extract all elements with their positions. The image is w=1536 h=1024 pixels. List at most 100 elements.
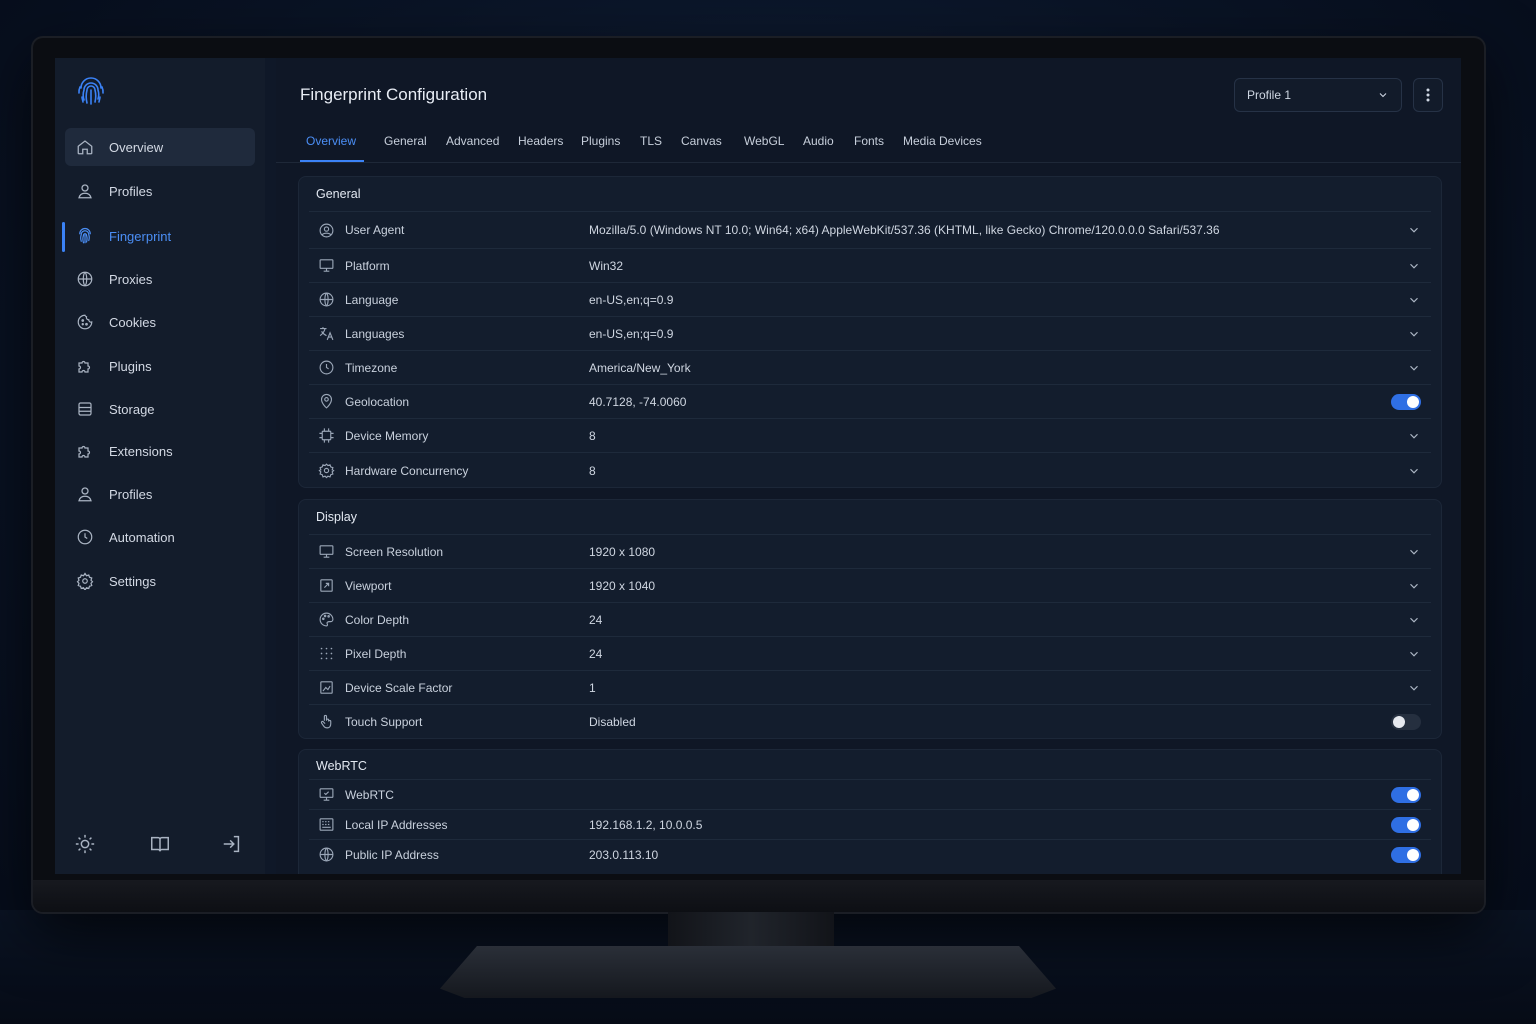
chevron-down-icon[interactable] (1407, 613, 1421, 627)
clock-icon (75, 527, 95, 547)
tab-canvas[interactable]: Canvas (681, 134, 722, 148)
row-value: 8 (589, 428, 596, 443)
webrtc-toggle[interactable] (1391, 786, 1421, 803)
row-platform[interactable]: Platform Win32 (309, 248, 1431, 282)
sidebar-item-label: Storage (109, 401, 155, 417)
logout-icon[interactable] (221, 833, 243, 855)
row-label: Language (345, 292, 399, 307)
chevron-down-icon[interactable] (1407, 429, 1421, 443)
local-ip-toggle[interactable] (1391, 816, 1421, 833)
kebab-menu-icon (1426, 88, 1430, 102)
touch-support-toggle[interactable] (1391, 713, 1421, 730)
row-screen-resolution[interactable]: Screen Resolution 1920 x 1080 (309, 534, 1431, 568)
row-viewport[interactable]: Viewport 1920 x 1040 (309, 568, 1431, 602)
row-device-scale-factor[interactable]: Device Scale Factor 1 (309, 670, 1431, 704)
chevron-down-icon[interactable] (1407, 327, 1421, 341)
sidebar-item-label: Profiles (109, 183, 153, 199)
database-icon (75, 399, 95, 419)
chevron-down-icon[interactable] (1407, 361, 1421, 375)
row-device-memory[interactable]: Device Memory 8 (309, 418, 1431, 452)
row-value: 1 (589, 680, 596, 695)
row-pixel-depth[interactable]: Pixel Depth 24 (309, 636, 1431, 670)
row-label: Geolocation (345, 394, 410, 409)
cpu-icon (317, 462, 335, 480)
tab-webgl[interactable]: WebGL (744, 134, 784, 148)
sidebar-item-fingerprint[interactable]: Fingerprint (65, 217, 255, 255)
sidebar-footer (55, 833, 265, 857)
tab-overview[interactable]: Overview (306, 134, 356, 148)
location-pin-icon (317, 393, 335, 411)
sidebar-item-automation[interactable]: Automation (65, 518, 255, 556)
row-public-ip-address[interactable]: Public IP Address 203.0.113.10 (309, 839, 1431, 869)
section-general: General User Agent Mozilla/5.0 (Windows … (298, 176, 1442, 488)
touch-icon (317, 713, 335, 731)
section-webrtc: WebRTC WebRTC Local IP Addresses 192.168… (298, 749, 1442, 874)
tab-media-devices[interactable]: Media Devices (903, 134, 982, 148)
chevron-down-icon[interactable] (1407, 647, 1421, 661)
row-value: Win32 (589, 258, 624, 273)
monitor-icon (317, 543, 335, 561)
chevron-down-icon[interactable] (1407, 681, 1421, 695)
monitor-stand-base (440, 946, 1056, 998)
user-icon (75, 181, 95, 201)
chevron-down-icon[interactable] (1407, 464, 1421, 478)
profile-select[interactable]: Profile 1 (1234, 78, 1402, 112)
sidebar-item-overview[interactable]: Overview (65, 128, 255, 166)
sidebar-item-label: Overview (109, 139, 164, 155)
row-user-agent[interactable]: User Agent Mozilla/5.0 (Windows NT 10.0;… (309, 211, 1431, 248)
tab-tls[interactable]: TLS (640, 134, 662, 148)
row-webrtc[interactable]: WebRTC (309, 779, 1431, 809)
tab-fonts[interactable]: Fonts (854, 134, 884, 148)
sidebar-item-profiles-2[interactable]: Profiles (65, 475, 255, 513)
section-display: Display Screen Resolution 1920 x 1080 Vi… (298, 499, 1442, 739)
sidebar-item-profiles[interactable]: Profiles (65, 172, 255, 210)
row-label: Pixel Depth (345, 646, 407, 661)
sidebar-item-label: Cookies (109, 314, 156, 330)
row-value: 40.7128, -74.0060 (589, 394, 687, 409)
viewport-icon (317, 577, 335, 595)
book-icon[interactable] (149, 833, 171, 855)
row-local-ip-addresses[interactable]: Local IP Addresses 192.168.1.2, 10.0.0.5 (309, 809, 1431, 839)
sidebar-item-settings[interactable]: Settings (65, 562, 255, 600)
network-grid-icon (317, 816, 335, 834)
sidebar-item-proxies[interactable]: Proxies (65, 260, 255, 298)
page-title: Fingerprint Configuration (300, 85, 488, 104)
globe-icon (317, 846, 335, 864)
public-ip-toggle[interactable] (1391, 846, 1421, 863)
geolocation-toggle[interactable] (1391, 393, 1421, 410)
chevron-down-icon[interactable] (1407, 293, 1421, 307)
tab-advanced[interactable]: Advanced (446, 134, 499, 148)
chevron-down-icon[interactable] (1407, 579, 1421, 593)
tab-headers[interactable]: Headers (518, 134, 563, 148)
chevron-down-icon[interactable] (1407, 545, 1421, 559)
app-window: Overview Profiles Fingerprint Proxies Co… (55, 58, 1461, 874)
more-options-button[interactable] (1413, 78, 1443, 112)
sidebar-item-cookies[interactable]: Cookies (65, 303, 255, 341)
tab-audio[interactable]: Audio (803, 134, 834, 148)
row-color-depth[interactable]: Color Depth 24 (309, 602, 1431, 636)
sidebar-item-label: Extensions (109, 443, 173, 459)
chevron-down-icon (1377, 89, 1389, 101)
row-geolocation[interactable]: Geolocation 40.7128, -74.0060 (309, 384, 1431, 418)
chevron-down-icon[interactable] (1407, 223, 1421, 237)
tab-plugins[interactable]: Plugins (581, 134, 620, 148)
row-timezone[interactable]: Timezone America/New_York (309, 350, 1431, 384)
row-touch-support[interactable]: Touch Support Disabled (309, 704, 1431, 738)
row-languages[interactable]: Languages en-US,en;q=0.9 (309, 316, 1431, 350)
tab-general[interactable]: General (384, 134, 427, 148)
row-value: 1920 x 1040 (589, 578, 656, 593)
user-icon (75, 484, 95, 504)
gear-icon (75, 571, 95, 591)
row-language[interactable]: Language en-US,en;q=0.9 (309, 282, 1431, 316)
sidebar-item-plugins[interactable]: Plugins (65, 347, 255, 385)
sidebar-item-storage[interactable]: Storage (65, 390, 255, 428)
user-circle-icon (317, 221, 335, 239)
chevron-down-icon[interactable] (1407, 259, 1421, 273)
palette-icon (317, 611, 335, 629)
row-label: Languages (345, 326, 405, 341)
section-title: Display (316, 510, 357, 524)
row-hardware-concurrency[interactable]: Hardware Concurrency 8 (309, 452, 1431, 488)
sidebar-item-extensions[interactable]: Extensions (65, 432, 255, 470)
sidebar-item-label: Plugins (109, 358, 152, 374)
sun-icon[interactable] (74, 833, 96, 855)
